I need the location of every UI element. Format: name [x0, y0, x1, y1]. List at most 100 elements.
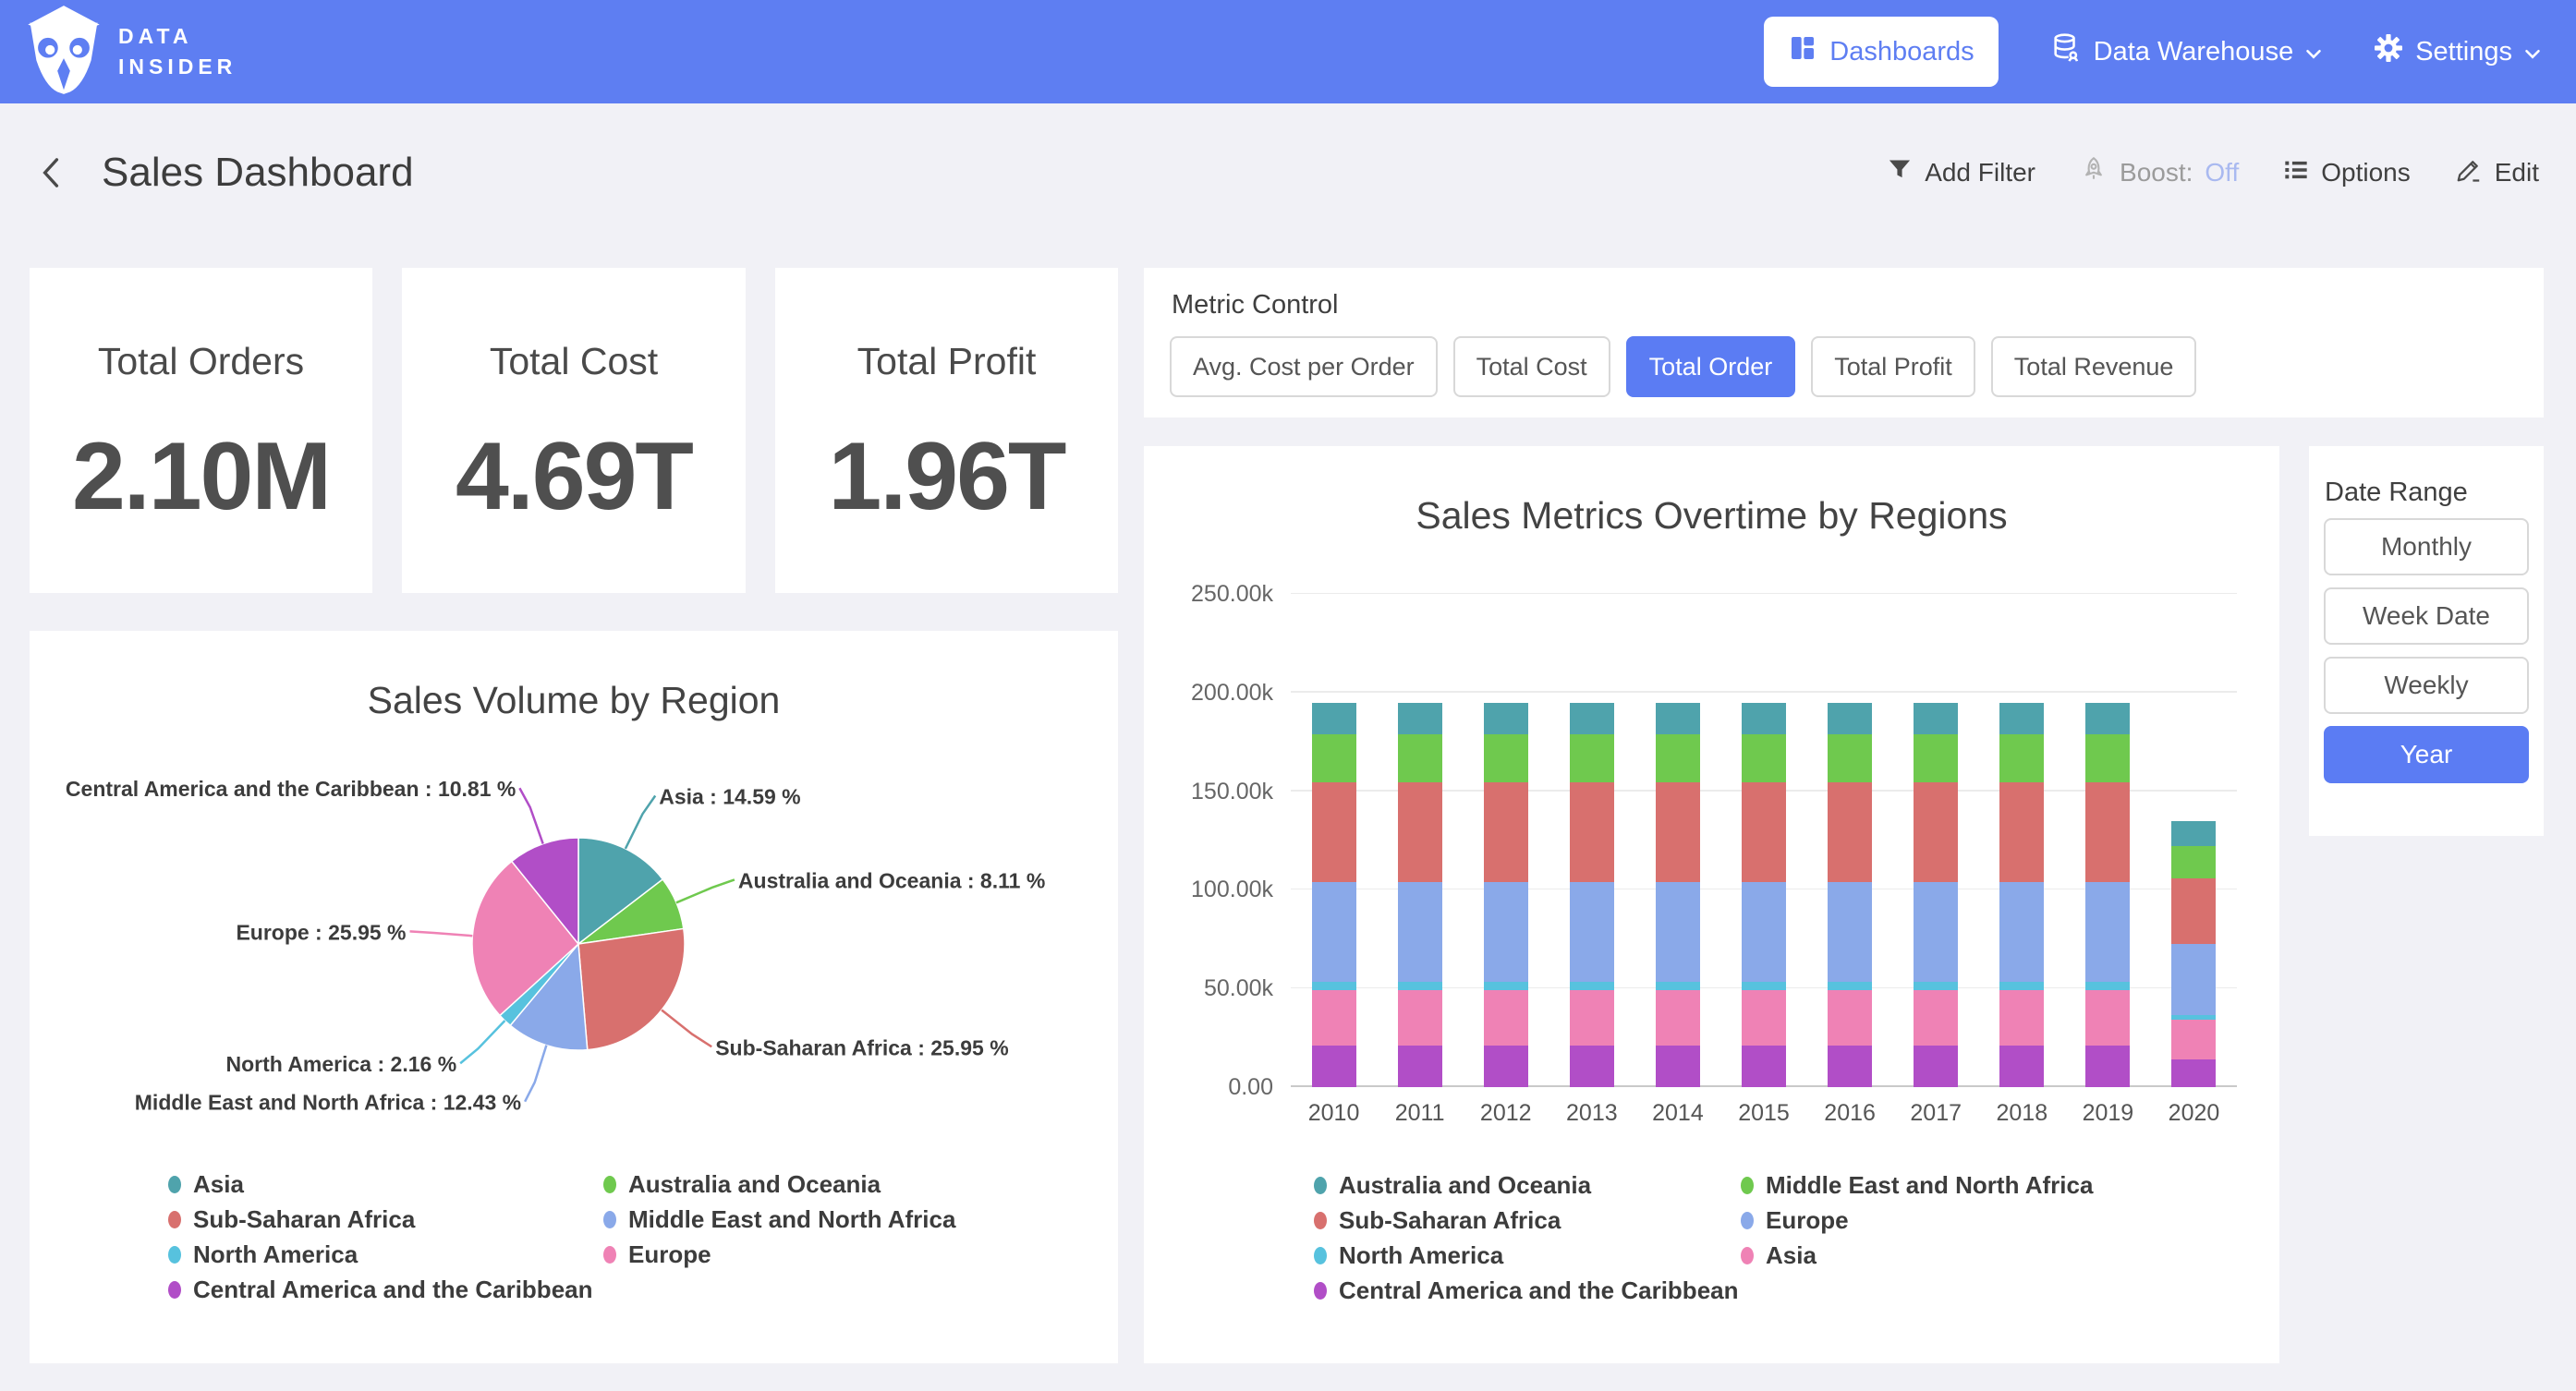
x-axis-tick: 2020 [2151, 1100, 2237, 1127]
boost-toggle[interactable]: Boost: Off [2080, 155, 2239, 191]
back-button[interactable] [37, 156, 65, 189]
bar-segment-sub-saharan-africa [1312, 782, 1356, 882]
bar-segment-central-america-and-the-caribbean [1828, 1046, 1872, 1087]
bar-segment-north-america [1742, 982, 1786, 990]
legend-item-middle-east-and-north-africa[interactable]: Middle East and North Africa [1741, 1172, 2093, 1198]
bar-chart-title: Sales Metrics Overtime by Regions [1144, 494, 2279, 538]
bar-segment-central-america-and-the-caribbean [1999, 1046, 2044, 1087]
boost-label: Boost: [2120, 158, 2193, 187]
legend-item-europe[interactable]: Europe [603, 1241, 955, 1267]
bar-segment-north-america [2085, 982, 2130, 990]
legend-item-asia[interactable]: Asia [168, 1171, 603, 1197]
legend-dot [1314, 1247, 1327, 1264]
bar-segment-sub-saharan-africa [1742, 782, 1786, 882]
legend-item-central-america-and-the-caribbean[interactable]: Central America and the Caribbean [1314, 1277, 1741, 1303]
stacked-bar-2017 [1914, 703, 1958, 1087]
legend-dot [168, 1246, 181, 1264]
bar-segment-asia [2085, 990, 2130, 1046]
nav-dashboards[interactable]: Dashboards [1764, 17, 1998, 87]
pie-slice-label: Central America and the Caribbean : 10.8… [66, 777, 516, 801]
bar-segment-asia [1999, 990, 2044, 1046]
nav-data-warehouse[interactable]: Data Warehouse [2050, 32, 2323, 71]
legend-label: North America [193, 1240, 358, 1269]
y-axis-tick: 250.00k [1144, 581, 1273, 608]
bar-segment-north-america [1828, 982, 1872, 990]
legend-dot [1314, 1212, 1327, 1229]
x-axis-tick: 2011 [1377, 1100, 1463, 1127]
gear-icon [2374, 33, 2403, 70]
date-range-option-monthly[interactable]: Monthly [2324, 518, 2529, 575]
x-axis-tick: 2017 [1893, 1100, 1979, 1127]
legend-item-australia-and-oceania[interactable]: Australia and Oceania [1314, 1172, 1741, 1198]
legend-label: Sub-Saharan Africa [193, 1205, 415, 1234]
bar-segment-europe [1656, 882, 1700, 982]
legend-dot [168, 1281, 181, 1299]
app-logo[interactable]: DATA INSIDER [26, 6, 237, 99]
bar-segment-europe [1398, 882, 1442, 982]
pie-label-line [410, 931, 473, 936]
legend-item-australia-and-oceania[interactable]: Australia and Oceania [603, 1171, 955, 1197]
filter-funnel-icon [1887, 157, 1913, 189]
brand-line-2: INSIDER [118, 52, 237, 82]
pie-slice-north-america [500, 944, 578, 1025]
bar-segment-europe [1742, 882, 1786, 982]
bar-segment-sub-saharan-africa [2085, 782, 2130, 882]
y-axis-tick: 0.00 [1144, 1074, 1273, 1101]
legend-dot [1314, 1282, 1327, 1300]
legend-label: North America [1339, 1241, 1503, 1270]
add-filter-label: Add Filter [1925, 158, 2035, 187]
bar-segment-asia [1484, 990, 1528, 1046]
bar-segment-north-america [1656, 982, 1700, 990]
legend-item-central-america-and-the-caribbean[interactable]: Central America and the Caribbean [168, 1276, 603, 1302]
dashboards-grid-icon [1788, 33, 1817, 70]
bar-segment-asia [1398, 990, 1442, 1046]
date-range-option-weekly[interactable]: Weekly [2324, 657, 2529, 714]
nav-settings[interactable]: Settings [2374, 33, 2541, 70]
legend-item-asia[interactable]: Asia [1741, 1242, 2093, 1268]
bar-segment-sub-saharan-africa [1570, 782, 1614, 882]
bar-segment-europe [2085, 882, 2130, 982]
bar-segment-north-america [1398, 982, 1442, 990]
pie-slice-australia-and-oceania [578, 879, 684, 944]
bar-segment-australia-and-oceania [1398, 703, 1442, 734]
metric-option-avg-cost-per-order[interactable]: Avg. Cost per Order [1170, 336, 1438, 397]
legend-item-europe[interactable]: Europe [1741, 1207, 2093, 1233]
metric-option-total-revenue[interactable]: Total Revenue [1991, 336, 2197, 397]
y-axis-tick: 150.00k [1144, 779, 1273, 805]
metric-option-total-cost[interactable]: Total Cost [1453, 336, 1610, 397]
bar-segment-asia [1742, 990, 1786, 1046]
edit-button[interactable]: Edit [2455, 156, 2539, 190]
legend-label: Central America and the Caribbean [193, 1276, 593, 1304]
y-axis-tick: 200.00k [1144, 680, 1273, 707]
bar-segment-middle-east-and-north-africa [1570, 734, 1614, 782]
metric-option-total-profit[interactable]: Total Profit [1811, 336, 1975, 397]
nav-dashboards-label: Dashboards [1829, 37, 1974, 67]
stacked-bar-2014 [1656, 703, 1700, 1087]
legend-item-sub-saharan-africa[interactable]: Sub-Saharan Africa [168, 1206, 603, 1232]
stacked-bar-2011 [1398, 703, 1442, 1087]
x-axis-tick: 2015 [1720, 1100, 1806, 1127]
bar-segment-europe [1828, 882, 1872, 982]
bar-segment-asia [2171, 1020, 2216, 1059]
pie-slice-label: Middle East and North Africa : 12.43 % [135, 1091, 521, 1115]
legend-item-north-america[interactable]: North America [1314, 1242, 1741, 1268]
pie-slice-asia [578, 838, 662, 944]
legend-dot [603, 1176, 616, 1193]
legend-item-middle-east-and-north-africa[interactable]: Middle East and North Africa [603, 1206, 955, 1232]
pie-label-line [519, 788, 542, 843]
legend-item-sub-saharan-africa[interactable]: Sub-Saharan Africa [1314, 1207, 1741, 1233]
pie-label-line [662, 1010, 711, 1046]
add-filter-button[interactable]: Add Filter [1887, 157, 2035, 189]
stacked-bar-2016 [1828, 703, 1872, 1087]
bar-segment-north-america [1999, 982, 2044, 990]
date-range-option-year[interactable]: Year [2324, 726, 2529, 783]
bar-segment-australia-and-oceania [1742, 703, 1786, 734]
legend-item-north-america[interactable]: North America [168, 1241, 603, 1267]
bar-segment-north-america [1914, 982, 1958, 990]
list-options-icon [2283, 157, 2309, 189]
options-button[interactable]: Options [2283, 157, 2411, 189]
date-range-options: Monthly Week Date Weekly Year [2324, 518, 2529, 783]
date-range-option-week-date[interactable]: Week Date [2324, 587, 2529, 645]
metric-option-total-order[interactable]: Total Order [1626, 336, 1796, 397]
bar-segment-asia [1570, 990, 1614, 1046]
